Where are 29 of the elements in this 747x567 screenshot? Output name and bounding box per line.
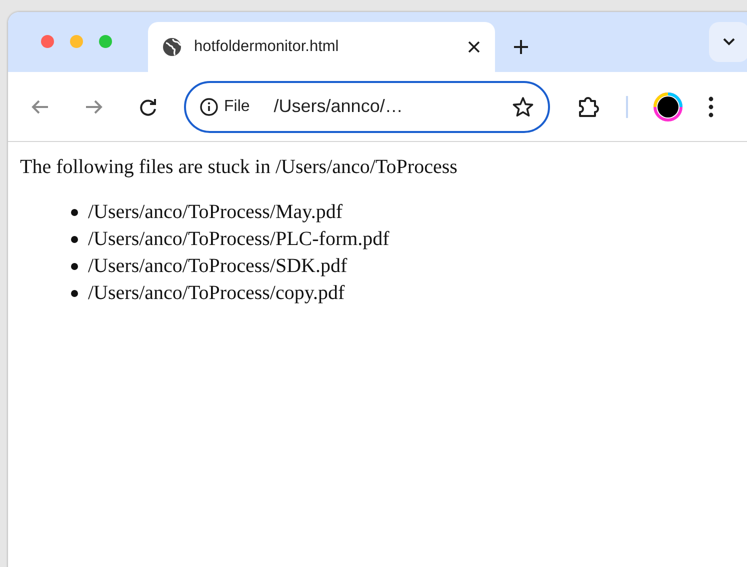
bullet-icon xyxy=(71,209,78,216)
list-item: /Users/anco/ToProcess/copy.pdf xyxy=(88,282,345,305)
bookmark-button[interactable] xyxy=(512,96,534,118)
new-tab-button[interactable] xyxy=(513,39,529,55)
close-icon xyxy=(467,40,481,54)
info-icon xyxy=(200,98,218,116)
more-icon xyxy=(708,96,714,118)
bullet-icon xyxy=(71,290,78,297)
plus-icon xyxy=(513,39,529,55)
avatar-icon xyxy=(653,92,683,122)
star-icon xyxy=(512,96,534,118)
reload-button[interactable] xyxy=(138,96,158,116)
site-info-button[interactable]: File xyxy=(200,98,250,116)
menu-button[interactable] xyxy=(708,96,714,118)
profile-button[interactable] xyxy=(653,92,683,122)
close-tab-button[interactable] xyxy=(467,40,481,54)
extensions-button[interactable] xyxy=(576,94,600,118)
reload-icon xyxy=(138,96,158,116)
list-item: /Users/anco/ToProcess/PLC-form.pdf xyxy=(88,228,390,251)
browser-tab[interactable]: hotfoldermonitor.html xyxy=(148,22,495,72)
bullet-icon xyxy=(71,236,78,243)
page-text: The following files are stuck in /Users/anco/ToProcess xyxy=(20,155,458,179)
list-item: /Users/anco/ToProcess/SDK.pdf xyxy=(88,255,348,278)
puzzle-icon xyxy=(576,94,600,118)
list-item: /Users/anco/ToProcess/May.pdf xyxy=(88,201,342,224)
bullet-icon xyxy=(71,263,78,270)
globe-icon xyxy=(162,37,182,57)
address-bar[interactable]: File /Users/annco/… xyxy=(184,80,550,132)
chevron-down-icon xyxy=(723,38,735,46)
